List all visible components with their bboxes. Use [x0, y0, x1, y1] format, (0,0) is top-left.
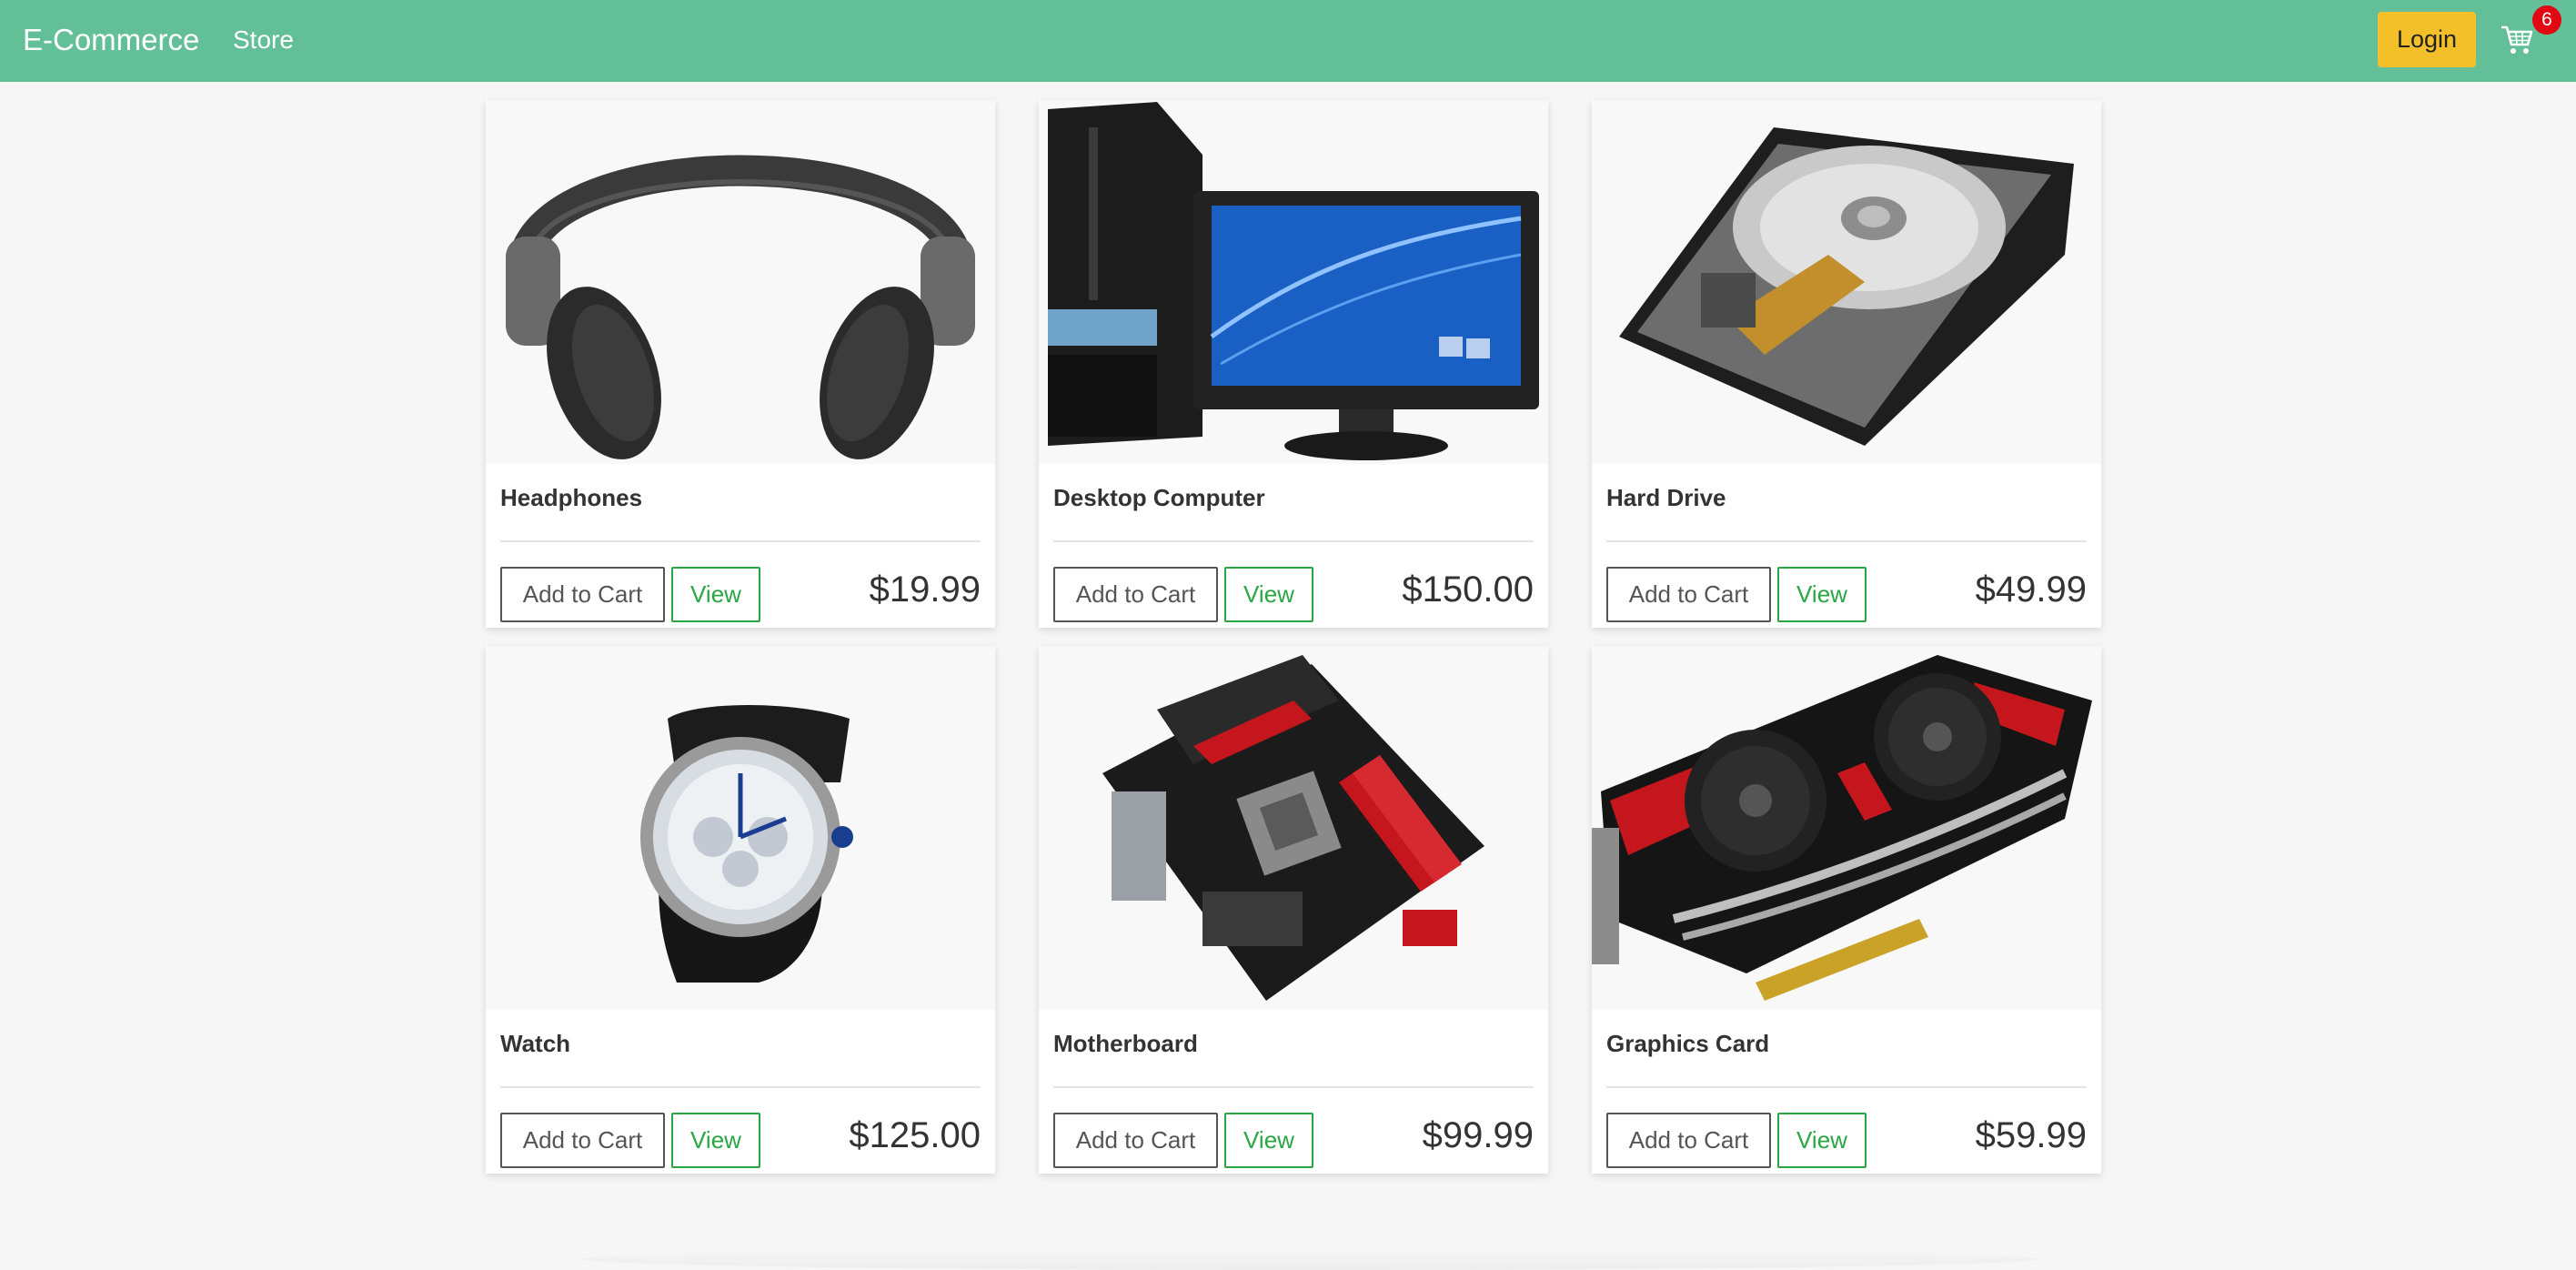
- cart-count-badge: 6: [2532, 5, 2561, 35]
- product-name: Desktop Computer: [1053, 484, 1265, 511]
- add-to-cart-button[interactable]: Add to Cart: [1606, 1113, 1771, 1168]
- product-image-graphics-card[interactable]: [1592, 646, 2101, 1010]
- divider: [500, 1086, 981, 1088]
- view-button[interactable]: View: [1777, 567, 1867, 622]
- product-card: Hard Drive Add to Cart View $49.99: [1592, 100, 2101, 628]
- product-card-body: Motherboard Add to Cart View $99.99: [1039, 1010, 1548, 1174]
- brand-link[interactable]: E-Commerce: [23, 20, 199, 60]
- divider: [1053, 1086, 1534, 1088]
- product-card-body: Headphones Add to Cart View $19.99: [486, 464, 995, 628]
- product-card-body: Watch Add to Cart View $125.00: [486, 1010, 995, 1174]
- add-to-cart-button[interactable]: Add to Cart: [500, 1113, 665, 1168]
- product-image-watch[interactable]: [486, 646, 995, 1010]
- product-image-hard-drive[interactable]: [1592, 100, 2101, 464]
- product-card: Motherboard Add to Cart View $99.99: [1039, 646, 1548, 1174]
- product-price: $150.00: [1402, 569, 1534, 610]
- product-price: $49.99: [1975, 569, 2087, 610]
- product-price: $99.99: [1422, 1115, 1534, 1155]
- product-image-desktop-computer[interactable]: [1039, 100, 1548, 464]
- product-card: Desktop Computer Add to Cart View $150.0…: [1039, 100, 1548, 628]
- product-card-body: Desktop Computer Add to Cart View $150.0…: [1039, 464, 1548, 628]
- product-price: $19.99: [869, 569, 981, 610]
- product-card-body: Hard Drive Add to Cart View $49.99: [1592, 464, 2101, 628]
- navbar: E-Commerce Store Login 6: [0, 0, 2576, 82]
- divider: [1606, 540, 2087, 542]
- product-card: Headphones Add to Cart View $19.99: [486, 100, 995, 628]
- product-name: Motherboard: [1053, 1030, 1198, 1057]
- divider: [1606, 1086, 2087, 1088]
- nav-store-link[interactable]: Store: [233, 22, 294, 58]
- view-button[interactable]: View: [1224, 567, 1313, 622]
- divider: [1053, 540, 1534, 542]
- divider: [500, 540, 981, 542]
- product-name: Hard Drive: [1606, 484, 1726, 511]
- product-name: Watch: [500, 1030, 571, 1057]
- product-image-headphones[interactable]: [486, 100, 995, 464]
- product-card: Watch Add to Cart View $125.00: [486, 646, 995, 1174]
- product-price: $59.99: [1975, 1115, 2087, 1155]
- cart-icon[interactable]: [2500, 24, 2534, 56]
- product-name: Graphics Card: [1606, 1030, 1770, 1057]
- add-to-cart-button[interactable]: Add to Cart: [1053, 1113, 1218, 1168]
- view-button[interactable]: View: [1224, 1113, 1313, 1168]
- add-to-cart-button[interactable]: Add to Cart: [1606, 567, 1771, 622]
- add-to-cart-button[interactable]: Add to Cart: [1053, 567, 1218, 622]
- product-grid: Headphones Add to Cart View $19.99 Deskt…: [486, 100, 2102, 1174]
- product-card-body: Graphics Card Add to Cart View $59.99: [1592, 1010, 2101, 1174]
- product-name: Headphones: [500, 484, 643, 511]
- login-button[interactable]: Login: [2378, 12, 2476, 67]
- view-button[interactable]: View: [671, 567, 760, 622]
- product-price: $125.00: [849, 1115, 981, 1155]
- view-button[interactable]: View: [671, 1113, 760, 1168]
- add-to-cart-button[interactable]: Add to Cart: [500, 567, 665, 622]
- view-button[interactable]: View: [1777, 1113, 1867, 1168]
- footer-shadow: [582, 1248, 2038, 1270]
- product-image-motherboard[interactable]: [1039, 646, 1548, 1010]
- product-card: Graphics Card Add to Cart View $59.99: [1592, 646, 2101, 1174]
